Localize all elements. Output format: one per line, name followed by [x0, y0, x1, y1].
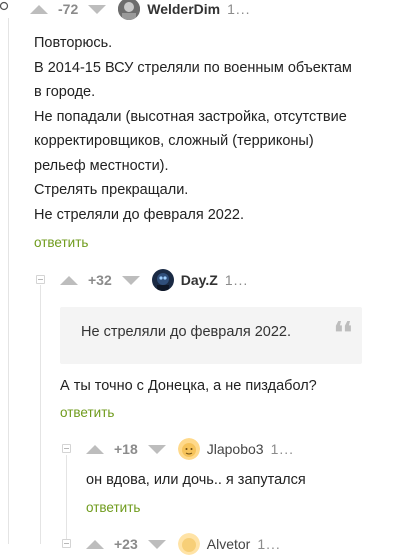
- avatar[interactable]: [177, 533, 200, 555]
- quote-block: Не стреляли до февраля 2022. ❛❛: [60, 307, 362, 364]
- comment-time[interactable]: 1...: [227, 1, 250, 17]
- reply-link[interactable]: ответить: [60, 405, 114, 420]
- downvote-arrow-icon[interactable]: [88, 4, 107, 14]
- cursor-icon: [0, 0, 10, 18]
- quote-text: Не стреляли до февраля 2022.: [81, 324, 292, 340]
- avatar[interactable]: [151, 269, 174, 291]
- comment-line: в городе.: [34, 84, 96, 100]
- comment-line: Не стреляли до февраля 2022.: [34, 206, 245, 223]
- upvote-arrow-icon[interactable]: [60, 275, 78, 285]
- comment-time[interactable]: 1...: [225, 272, 248, 288]
- downvote-arrow-icon[interactable]: [147, 444, 166, 454]
- comment-line: корректировщиков, сложный (терриконы): [34, 133, 314, 149]
- comment-rating: -72: [58, 1, 79, 17]
- comment-header: +18 Jlapobo3 1...: [86, 437, 294, 461]
- downvote-arrow-icon[interactable]: [121, 275, 140, 285]
- collapse-thread-icon[interactable]: [36, 275, 45, 284]
- comment-body: он вдова, или дочь.. я запутался: [86, 472, 306, 488]
- username[interactable]: Day.Z: [181, 272, 218, 288]
- comment-rating: +18: [114, 441, 138, 457]
- downvote-arrow-icon[interactable]: [147, 539, 166, 549]
- comment-header: +23 Alvetor 1...: [86, 532, 281, 556]
- thread-line: [40, 285, 41, 544]
- comment-body: А ты точно с Донецка, а не пиздабол?: [60, 378, 317, 394]
- comment-time[interactable]: 1...: [271, 441, 294, 457]
- collapse-thread-icon[interactable]: [62, 444, 71, 453]
- comment-header: -72 WelderDim 1...: [30, 0, 251, 20]
- thread-line: [66, 455, 67, 544]
- username[interactable]: Alvetor: [207, 536, 251, 552]
- avatar[interactable]: [177, 438, 200, 460]
- comment-line: В 2014-15 ВСУ стреляли по военным объект…: [34, 59, 352, 76]
- reply-link[interactable]: ответить: [86, 500, 140, 515]
- comment-rating: +32: [88, 272, 112, 288]
- reply-link[interactable]: ответить: [34, 235, 88, 250]
- comment-body: Повторюсь. В 2014-15 ВСУ стреляли по вое…: [34, 31, 396, 227]
- upvote-arrow-icon[interactable]: [86, 444, 104, 454]
- avatar[interactable]: [118, 0, 141, 20]
- comment-time[interactable]: 1...: [257, 536, 280, 552]
- comment-line: Стрелять прекращали.: [34, 182, 189, 198]
- comment-header: +32 Day.Z 1...: [60, 268, 248, 292]
- username[interactable]: WelderDim: [147, 1, 220, 17]
- upvote-arrow-icon[interactable]: [30, 4, 48, 14]
- thread-line: [8, 18, 9, 544]
- upvote-arrow-icon[interactable]: [86, 539, 104, 549]
- comment-rating: +23: [114, 536, 138, 552]
- comment-line: Повторюсь.: [34, 35, 113, 51]
- comment-line: Не попадали (высотная застройка, отсутст…: [34, 108, 347, 125]
- quote-icon: ❛❛: [333, 316, 352, 349]
- username[interactable]: Jlapobo3: [207, 441, 264, 457]
- comment-line: рельеф местности).: [34, 157, 169, 174]
